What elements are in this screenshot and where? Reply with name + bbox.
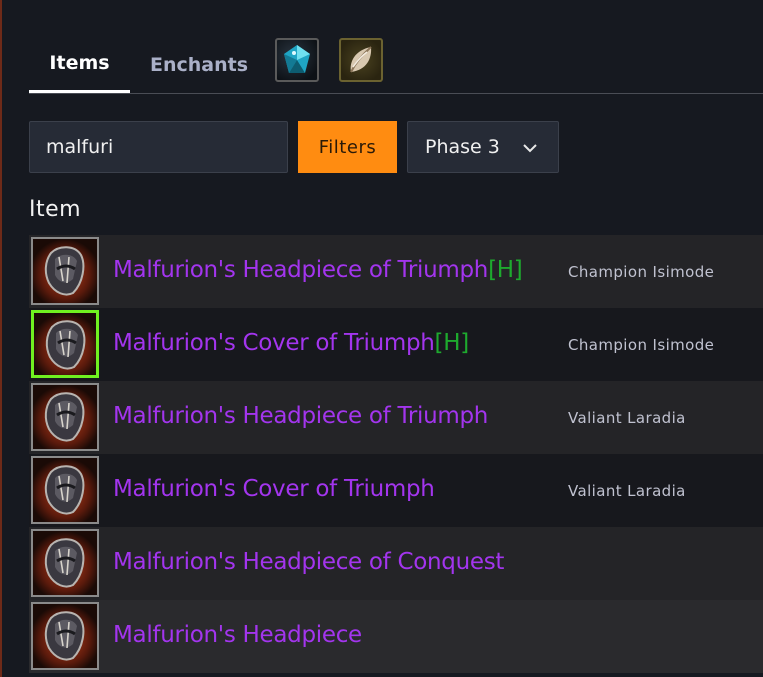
helm-icon xyxy=(31,456,99,524)
tab-bar: Items Enchants xyxy=(29,36,763,94)
tab-enchants[interactable]: Enchants xyxy=(130,36,268,93)
helm-icon xyxy=(31,602,99,670)
item-name: Malfurion's Cover of Triumph xyxy=(113,476,435,502)
table-row[interactable]: Malfurion's Cover of Triumph Valiant Lar… xyxy=(29,454,763,527)
item-source: Champion Isimode xyxy=(568,263,715,281)
helm-icon xyxy=(31,310,99,378)
item-source: Valiant Laradia xyxy=(568,482,686,500)
item-name: Malfurion's Headpiece of Triumph xyxy=(113,403,489,429)
gear-picker-panel: Items Enchants Filters Phase 3 xyxy=(0,0,763,677)
search-input[interactable] xyxy=(29,121,288,173)
helm-icon xyxy=(31,529,99,597)
item-name: Malfurion's Headpiece xyxy=(113,622,362,648)
panel-edge xyxy=(0,0,2,677)
filters-button[interactable]: Filters xyxy=(298,121,397,173)
tab-items[interactable]: Items xyxy=(29,36,130,93)
chevron-down-icon xyxy=(522,139,538,161)
item-source: Champion Isimode xyxy=(568,336,715,354)
table-row[interactable]: Malfurion's Headpiece of Conquest xyxy=(29,527,763,600)
table-row[interactable]: Malfurion's Headpiece xyxy=(29,600,763,673)
heroic-tag: [H] xyxy=(488,257,523,283)
item-name: Malfurion's Cover of Triumph[H] xyxy=(113,330,469,356)
column-header-item: Item xyxy=(29,197,82,222)
table-row[interactable]: Malfurion's Headpiece of Triumph Valiant… xyxy=(29,381,763,454)
heroic-tag: [H] xyxy=(434,330,470,356)
item-list: Malfurion's Headpiece of Triumph[H] Cham… xyxy=(29,235,763,673)
phase-select-value: Phase 3 xyxy=(425,136,500,158)
helm-icon xyxy=(31,383,99,451)
table-row[interactable]: Malfurion's Headpiece of Triumph[H] Cham… xyxy=(29,235,763,308)
item-name: Malfurion's Headpiece of Triumph[H] xyxy=(113,257,523,283)
table-row[interactable]: Malfurion's Cover of Triumph[H] Champion… xyxy=(29,308,763,381)
helm-icon xyxy=(31,237,99,305)
prismatic-gem-icon[interactable] xyxy=(339,38,383,82)
phase-select[interactable]: Phase 3 xyxy=(407,121,559,173)
item-source: Valiant Laradia xyxy=(568,409,686,427)
meta-gem-icon[interactable] xyxy=(275,38,319,82)
item-name: Malfurion's Headpiece of Conquest xyxy=(113,549,505,575)
